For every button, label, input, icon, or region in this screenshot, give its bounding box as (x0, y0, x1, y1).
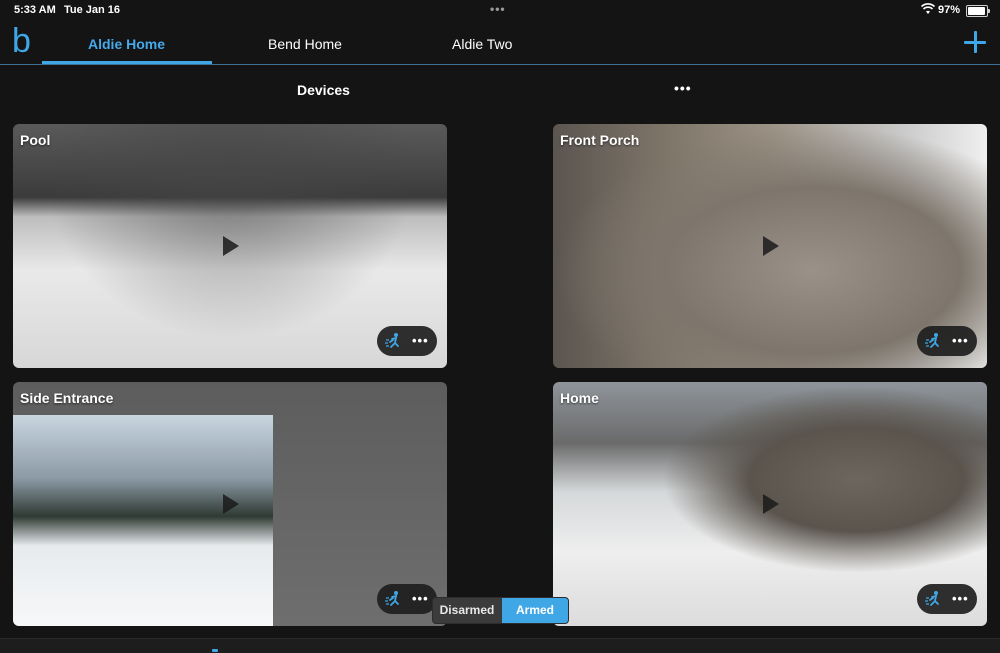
camera-snapshot (13, 415, 273, 626)
battery-icon (966, 5, 990, 17)
motion-detection-icon[interactable] (385, 332, 403, 350)
camera-card-front-porch[interactable]: Front Porch ••• (553, 124, 987, 368)
motion-detection-icon[interactable] (925, 332, 943, 350)
devices-title: Devices (297, 82, 350, 98)
camera-more-button[interactable]: ••• (412, 333, 429, 348)
tab-aldie-home[interactable]: Aldie Home (88, 36, 165, 52)
blink-logo: b (12, 22, 31, 60)
camera-more-button[interactable]: ••• (952, 591, 969, 606)
play-icon[interactable] (763, 494, 779, 514)
arm-disarm-toggle: Disarmed Armed (432, 597, 569, 624)
camera-controls: ••• (917, 326, 977, 356)
tab-bend-home[interactable]: Bend Home (268, 36, 342, 52)
camera-controls: ••• (917, 584, 977, 614)
battery-percent: 97% (938, 4, 961, 16)
camera-more-button[interactable]: ••• (952, 333, 969, 348)
motion-detection-icon[interactable] (925, 590, 943, 608)
camera-card-side-entrance[interactable]: Side Entrance ••• (13, 382, 447, 626)
wifi-icon (921, 3, 935, 14)
play-icon[interactable] (223, 494, 239, 514)
camera-more-button[interactable]: ••• (412, 591, 429, 606)
camera-name: Home (560, 390, 599, 406)
camera-controls: ••• (377, 326, 437, 356)
camera-name: Pool (20, 132, 51, 148)
camera-card-pool[interactable]: Pool ••• (13, 124, 447, 368)
armed-button[interactable]: Armed (502, 598, 568, 623)
camera-name: Front Porch (560, 132, 640, 148)
bottom-tab-bar (0, 638, 1000, 653)
play-icon[interactable] (763, 236, 779, 256)
status-date: Tue Jan 16 (64, 4, 121, 16)
tab-aldie-two[interactable]: Aldie Two (452, 36, 512, 52)
battery-fill (968, 7, 986, 15)
devices-more-button[interactable]: ••• (674, 80, 692, 96)
location-tab-bar: b Aldie Home Bend Home Aldie Two (0, 22, 1000, 65)
active-tab-indicator (42, 61, 212, 64)
motion-detection-icon[interactable] (385, 590, 403, 608)
multitask-dots[interactable]: ••• (490, 2, 506, 16)
camera-name: Side Entrance (20, 390, 114, 406)
camera-controls: ••• (377, 584, 437, 614)
play-icon[interactable] (223, 236, 239, 256)
plus-icon[interactable] (963, 30, 987, 54)
camera-card-home[interactable]: Home ••• (553, 382, 987, 626)
disarmed-button[interactable]: Disarmed (433, 598, 501, 623)
status-time: 5:33 AM (14, 4, 56, 16)
status-bar: 5:33 AM Tue Jan 16 ••• 97% (0, 0, 1000, 22)
